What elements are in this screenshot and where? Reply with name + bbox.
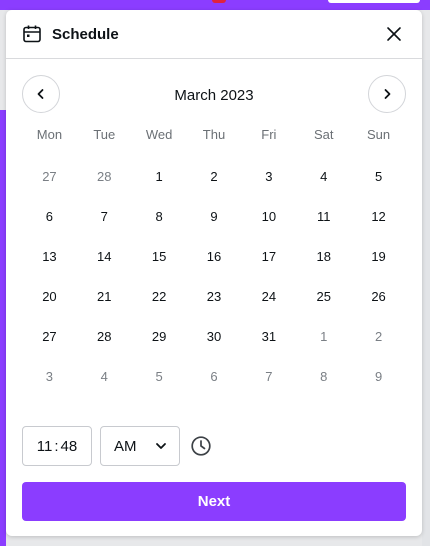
calendar-week-row: 6 7 8 9 10 11 12: [22, 196, 406, 236]
calendar-day-outside-month[interactable]: 9: [351, 356, 406, 396]
clock-icon: [190, 435, 212, 457]
background-right-edge: [422, 60, 430, 546]
calendar-day[interactable]: 16: [187, 236, 242, 276]
calendar-day[interactable]: 15: [132, 236, 187, 276]
calendar-day-outside-month[interactable]: 5: [132, 356, 187, 396]
month-label: March 2023: [174, 87, 254, 104]
calendar-icon: [22, 24, 42, 44]
schedule-title: Schedule: [52, 25, 119, 43]
schedule-header: Schedule: [6, 10, 422, 59]
calendar-day[interactable]: 17: [241, 236, 296, 276]
calendar-day-outside-month[interactable]: 27: [22, 156, 77, 196]
calendar-day-outside-month[interactable]: 8: [296, 356, 351, 396]
calendar-day[interactable]: 24: [241, 276, 296, 316]
calendar-day[interactable]: 13: [22, 236, 77, 276]
calendar-day[interactable]: 6: [22, 196, 77, 236]
minute-value[interactable]: 48: [61, 438, 78, 455]
schedule-popover: Schedule March 2023 Mon Tue Wed Thu Fri: [6, 10, 422, 536]
calendar-week-row: 27 28 29 30 31 1 2: [22, 316, 406, 356]
weekday-header: Mon Tue Wed Thu Fri Sat Sun: [22, 127, 406, 145]
calendar-day-outside-month[interactable]: 1: [296, 316, 351, 356]
calendar-day-outside-month[interactable]: 3: [22, 356, 77, 396]
time-input[interactable]: 11 : 48: [22, 426, 92, 466]
chevron-down-icon: [156, 443, 166, 449]
am-pm-select[interactable]: AM: [100, 426, 180, 466]
background-badge: [212, 0, 226, 3]
calendar-day[interactable]: 10: [241, 196, 296, 236]
calendar-day[interactable]: 31: [241, 316, 296, 356]
calendar-day[interactable]: 12: [351, 196, 406, 236]
calendar-day-outside-month[interactable]: 28: [77, 156, 132, 196]
calendar-day[interactable]: 20: [22, 276, 77, 316]
next-month-button[interactable]: [368, 75, 406, 113]
calendar-day[interactable]: 18: [296, 236, 351, 276]
calendar-day[interactable]: 22: [132, 276, 187, 316]
calendar-day[interactable]: 28: [77, 316, 132, 356]
calendar-day[interactable]: 7: [77, 196, 132, 236]
calendar-day[interactable]: 8: [132, 196, 187, 236]
calendar-week-row: 3456789: [22, 356, 406, 396]
calendar-week-row: 20 21 22 23 24 25 26: [22, 276, 406, 316]
calendar-day[interactable]: 5: [351, 156, 406, 196]
calendar-day[interactable]: 26: [351, 276, 406, 316]
hour-value[interactable]: 11: [37, 438, 53, 455]
month-navigation: March 2023: [6, 59, 422, 133]
calendar-day-outside-month[interactable]: 7: [241, 356, 296, 396]
calendar-day[interactable]: 11: [296, 196, 351, 236]
calendar-day[interactable]: 27: [22, 316, 77, 356]
chevron-right-icon: [384, 89, 391, 99]
calendar-week-row: 27 28 1 2 3 4 5: [22, 156, 406, 196]
calendar-weeks: 27 28 1 2 3 4 5 6 7 8 9 10 11 12 13 14 15 16 17 18 19 20 21 22 2…: [22, 156, 406, 396]
calendar-day[interactable]: 25: [296, 276, 351, 316]
calendar-day[interactable]: 23: [187, 276, 242, 316]
calendar-day[interactable]: 19: [351, 236, 406, 276]
calendar-grid: Mon Tue Wed Thu Fri Sat Sun 27 28 1 2 3 4 5 6 7 8…: [22, 127, 406, 396]
calendar-day[interactable]: 9: [187, 196, 242, 236]
close-button[interactable]: [380, 20, 408, 48]
calendar-day[interactable]: 4: [296, 156, 351, 196]
next-button[interactable]: Next: [22, 482, 406, 521]
calendar-day[interactable]: 1: [132, 156, 187, 196]
calendar-day[interactable]: 14: [77, 236, 132, 276]
calendar-day-outside-month[interactable]: 6: [187, 356, 242, 396]
calendar-day[interactable]: 21: [77, 276, 132, 316]
calendar-day-outside-month[interactable]: 2: [351, 316, 406, 356]
calendar-day[interactable]: 30: [187, 316, 242, 356]
calendar-day[interactable]: 29: [132, 316, 187, 356]
calendar-day-outside-month[interactable]: 4: [77, 356, 132, 396]
calendar-day[interactable]: 2: [187, 156, 242, 196]
calendar-week-row: 13 14 15 16 17 18 19: [22, 236, 406, 276]
close-icon: [387, 27, 401, 41]
time-picker: 11 : 48 AM: [22, 426, 212, 466]
am-pm-value: AM: [114, 437, 137, 455]
background-button: [328, 0, 420, 3]
time-separator: :: [54, 437, 59, 455]
calendar-day[interactable]: 3: [241, 156, 296, 196]
